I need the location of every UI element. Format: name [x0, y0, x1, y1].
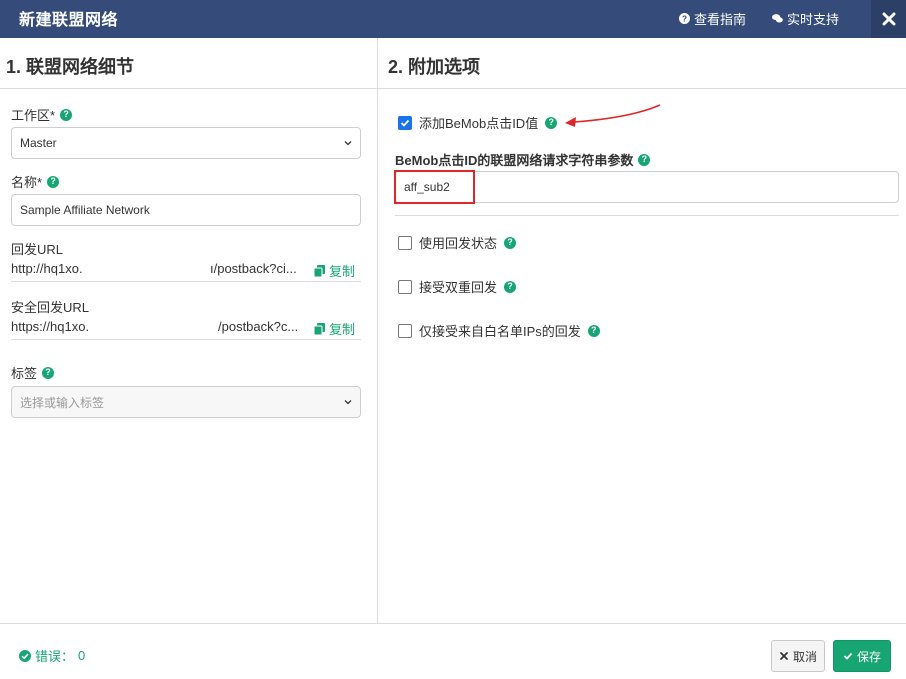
use-postback-status-checkbox[interactable] [398, 235, 412, 250]
tags-select[interactable]: 选择或输入标签 [11, 386, 361, 418]
name-input[interactable]: Sample Affiliate Network [11, 194, 361, 226]
whitelist-only-label: 仅接受来自白名单IPs的回发 [419, 324, 581, 339]
svg-text:?: ? [682, 14, 687, 23]
accept-duplicate-option[interactable]: 接受双重回发 ? [398, 277, 517, 296]
accept-duplicate-checkbox[interactable] [398, 279, 412, 294]
whitelist-only-help-icon[interactable]: ? [587, 324, 600, 337]
error-status: 错误： 0 [19, 646, 85, 665]
copy-icon [314, 264, 325, 277]
save-button[interactable]: 保存 [833, 640, 891, 672]
options-divider [395, 215, 899, 216]
save-label: 保存 [856, 649, 881, 664]
cancel-button[interactable]: 取消 [771, 640, 825, 672]
postback-url-label: 回发URL [11, 242, 64, 257]
name-label-text: 名称* [11, 175, 43, 190]
tags-label-text: 标签 [11, 366, 38, 381]
click-id-param-label: BeMob点击ID的联盟网络请求字符串参数 ? [395, 150, 651, 169]
postback-url-start: http://hq1xo. [11, 261, 83, 276]
checkmark-icon [843, 652, 853, 660]
copy-secure-postback-url-button[interactable]: 复制 [314, 319, 355, 338]
secure-postback-url-end: /postback?c... [218, 319, 299, 334]
secure-postback-url-label: 安全回发URL [11, 300, 90, 315]
chevron-down-icon [344, 141, 352, 146]
close-icon [882, 12, 895, 26]
use-postback-status-option[interactable]: 使用回发状态 ? [398, 233, 517, 252]
modal-header: 新建联盟网络 ? 查看指南 实时支持 [0, 0, 906, 38]
footer-divider [0, 623, 906, 624]
click-id-param-label-text: BeMob点击ID的联盟网络请求字符串参数 [395, 153, 634, 168]
add-click-id-help-icon[interactable]: ? [545, 116, 558, 129]
view-guide-label: 查看指南 [694, 12, 747, 27]
modal-title: 新建联盟网络 [19, 12, 119, 29]
name-help-icon[interactable]: ? [47, 175, 60, 188]
highlight-box [394, 170, 475, 204]
copy-postback-url-button[interactable]: 复制 [314, 261, 355, 280]
name-input-value: Sample Affiliate Network [20, 203, 150, 217]
whitelist-only-checkbox[interactable] [398, 323, 412, 338]
workspace-label: 工作区* ? [11, 105, 73, 124]
add-click-id-label: 添加BeMob点击ID值 [419, 116, 539, 131]
copy-postback-url-label: 复制 [329, 264, 356, 279]
workspace-selected-value: Master [20, 136, 57, 150]
secure-postback-url-start: https://hq1xo. [11, 319, 90, 334]
question-circle-icon: ? [679, 13, 690, 24]
click-id-param-help-icon[interactable]: ? [638, 153, 651, 166]
cancel-label: 取消 [792, 649, 817, 664]
workspace-label-text: 工作区* [11, 108, 56, 123]
error-count: 0 [78, 648, 86, 663]
accept-duplicate-help-icon[interactable]: ? [504, 280, 517, 293]
postback-url-end: ı/postback?ci... [210, 261, 297, 276]
checkmark-icon [400, 119, 410, 127]
add-click-id-checkbox[interactable] [398, 115, 412, 130]
copy-icon [314, 322, 325, 335]
add-click-id-option[interactable]: 添加BeMob点击ID值 ? [398, 113, 558, 132]
workspace-help-icon[interactable]: ? [60, 108, 73, 121]
secure-postback-url-divider [11, 339, 361, 340]
use-postback-status-help-icon[interactable]: ? [504, 236, 517, 249]
name-label: 名称* ? [11, 172, 60, 191]
workspace-select[interactable]: Master [11, 127, 361, 159]
options-section-title: 2. 附加选项 [388, 57, 481, 77]
postback-url-divider [11, 281, 361, 282]
close-icon [780, 652, 788, 660]
live-support-label: 实时支持 [787, 12, 840, 27]
accept-duplicate-label: 接受双重回发 [419, 280, 498, 295]
use-postback-status-label: 使用回发状态 [419, 236, 498, 251]
tags-help-icon[interactable]: ? [42, 366, 55, 379]
check-circle-icon [19, 649, 31, 662]
whitelist-only-option[interactable]: 仅接受来自白名单IPs的回发 ? [398, 321, 600, 340]
details-section-divider [0, 88, 377, 89]
tags-placeholder: 选择或输入标签 [20, 395, 105, 410]
copy-secure-postback-url-label: 复制 [329, 322, 356, 337]
chevron-down-icon [344, 400, 352, 405]
close-button[interactable] [871, 0, 906, 38]
view-guide-link[interactable]: ? 查看指南 [679, 9, 746, 28]
live-support-link[interactable]: 实时支持 [772, 9, 839, 28]
options-section-divider [378, 88, 906, 89]
chat-bubbles-icon [772, 14, 783, 23]
tags-label: 标签 ? [11, 363, 55, 382]
column-divider [377, 38, 378, 623]
details-section-title: 1. 联盟网络细节 [6, 57, 135, 77]
error-status-label: 错误： [35, 649, 75, 664]
annotation-arrow-icon [565, 104, 661, 127]
